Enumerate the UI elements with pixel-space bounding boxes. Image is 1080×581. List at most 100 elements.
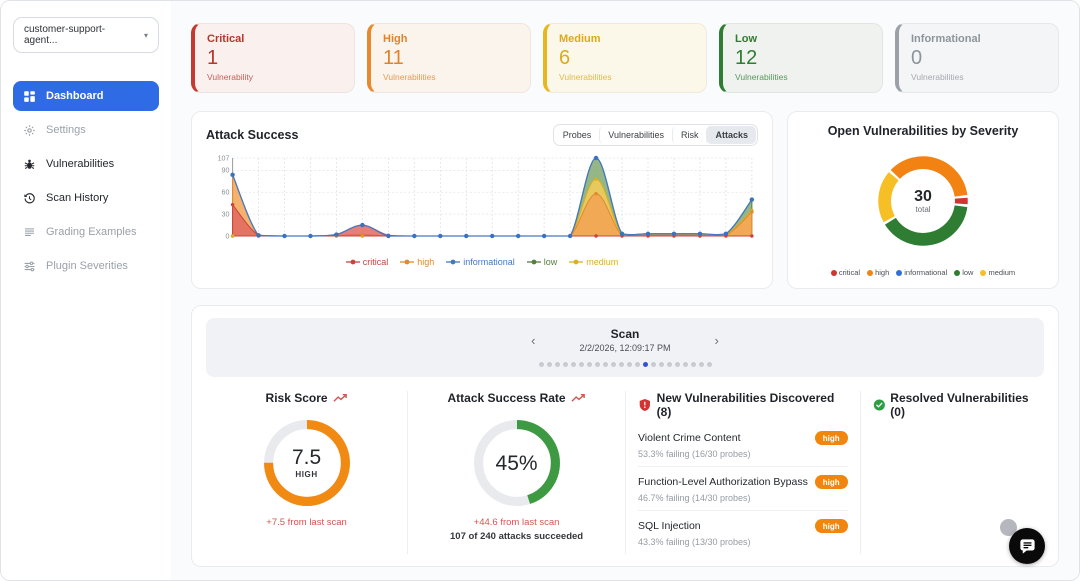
vulnerability-row-function-level-authorization-bypass[interactable]: Function-Level Authorization Bypasshigh4… [638, 467, 848, 511]
donut-legend-item-high[interactable]: high [867, 268, 889, 277]
tab-attacks[interactable]: Attacks [706, 126, 756, 144]
legend-item-informational[interactable]: informational [446, 257, 515, 267]
scan-dot-1[interactable] [547, 362, 552, 367]
scan-dot-13[interactable] [643, 362, 648, 367]
bug-icon [23, 158, 36, 171]
risk-score-gauge: 7.5 HIGH [259, 415, 355, 511]
legend-marker-icon [400, 258, 414, 266]
sidebar-item-dashboard[interactable]: Dashboard [13, 81, 159, 111]
agent-selector[interactable]: customer-support-agent... ▾ [13, 17, 159, 53]
severity-card-title: Medium [559, 33, 694, 45]
severity-card-count: 0 [911, 48, 1046, 68]
svg-text:0: 0 [226, 233, 230, 240]
history-clock-icon [23, 192, 36, 205]
scan-dot-21[interactable] [707, 362, 712, 367]
risk-score-value: 7.5 [292, 447, 321, 468]
legend-item-low[interactable]: low [527, 257, 558, 267]
new-vulnerabilities-title: New Vulnerabilities Discovered (8) [657, 391, 848, 419]
sidebar-item-vulnerabilities[interactable]: Vulnerabilities [13, 149, 159, 179]
sidebar-item-scan-history[interactable]: Scan History [13, 183, 159, 213]
severity-card-title: Informational [911, 33, 1046, 45]
chat-bubble-icon [1018, 537, 1037, 556]
scan-timestamp: 2/2/2026, 12:09:17 PM [579, 343, 670, 353]
legend-item-medium[interactable]: medium [569, 257, 618, 267]
donut-legend-item-low[interactable]: low [954, 268, 973, 277]
attack-rate-gauge-center: 45% [469, 415, 565, 511]
severity-card-critical[interactable]: Critical1Vulnerability [191, 23, 355, 93]
svg-text:60: 60 [222, 190, 230, 197]
donut-legend-item-critical[interactable]: critical [831, 268, 860, 277]
scan-dot-14[interactable] [651, 362, 656, 367]
severity-card-low[interactable]: Low12Vulnerabilities [719, 23, 883, 93]
scan-dot-7[interactable] [595, 362, 600, 367]
scan-dot-19[interactable] [691, 362, 696, 367]
scan-label: Scan [579, 327, 670, 341]
sidebar-item-settings[interactable]: Settings [13, 115, 159, 145]
donut-legend-item-medium[interactable]: medium [980, 268, 1015, 277]
scan-dot-5[interactable] [579, 362, 584, 367]
chat-widget [1009, 528, 1045, 564]
risk-score-delta: +7.5 from last scan [218, 517, 395, 528]
shield-alert-icon [638, 398, 652, 412]
vulnerability-row-top: SQL Injection high [638, 519, 848, 533]
sidebar-item-label: Vulnerabilities [46, 158, 114, 170]
attack-rate-note: 107 of 240 attacks succeeded [420, 531, 613, 542]
vulnerability-row-top: Violent Crime Contenthigh [638, 431, 848, 445]
scan-dot-20[interactable] [699, 362, 704, 367]
sidebar-item-grading-examples[interactable]: Grading Examples [13, 217, 159, 247]
legend-marker-icon [446, 258, 460, 266]
scan-dot-15[interactable] [659, 362, 664, 367]
legend-item-high[interactable]: high [400, 257, 434, 267]
scan-dot-3[interactable] [563, 362, 568, 367]
scan-dot-0[interactable] [539, 362, 544, 367]
scan-dot-9[interactable] [611, 362, 616, 367]
risk-score-title: Risk Score [266, 391, 328, 405]
scan-dot-12[interactable] [635, 362, 640, 367]
severity-card-count: 12 [735, 48, 870, 68]
scan-dot-11[interactable] [627, 362, 632, 367]
agent-selector-value: customer-support-agent... [24, 24, 138, 46]
attack-rate-gauge: 45% [469, 415, 565, 511]
severity-card-informational[interactable]: Informational0Vulnerabilities [895, 23, 1059, 93]
tab-vulnerabilities[interactable]: Vulnerabilities [599, 126, 672, 144]
severity-badge: high [815, 519, 848, 533]
scan-dot-8[interactable] [603, 362, 608, 367]
severity-card-label: Vulnerabilities [735, 72, 870, 82]
scan-dot-10[interactable] [619, 362, 624, 367]
donut-center: 30 total [864, 142, 982, 260]
panels-row: Attack Success ProbesVulnerabilitiesRisk… [191, 111, 1059, 289]
app-window: customer-support-agent... ▾ Dashboard Set… [0, 0, 1080, 581]
severity-badge: high [815, 475, 848, 489]
severity-card-high[interactable]: High11Vulnerabilities [367, 23, 531, 93]
legend-item-critical[interactable]: critical [346, 257, 389, 267]
severity-card-medium[interactable]: Medium6Vulnerabilities [543, 23, 707, 93]
vulnerability-row-violent-crime-content[interactable]: Violent Crime Contenthigh53.3% failing (… [638, 423, 848, 467]
scan-dot-2[interactable] [555, 362, 560, 367]
risk-score-level: HIGH [295, 471, 317, 479]
risk-score-header: Risk Score [218, 391, 395, 405]
vulnerability-name: SQL Injection [638, 520, 701, 532]
risk-score-gauge-center: 7.5 HIGH [259, 415, 355, 511]
legend-label: low [962, 268, 973, 277]
scan-carousel: ‹ Scan 2/2/2026, 12:09:17 PM › [206, 318, 1044, 377]
open-vulnerabilities-title: Open Vulnerabilities by Severity [798, 124, 1048, 138]
dashboard-grid-icon [23, 90, 36, 103]
prev-scan-button[interactable]: ‹ [525, 332, 541, 349]
chat-button[interactable] [1009, 528, 1045, 564]
scan-dot-4[interactable] [571, 362, 576, 367]
tab-risk[interactable]: Risk [672, 126, 707, 144]
scan-dot-16[interactable] [667, 362, 672, 367]
next-scan-button[interactable]: › [709, 332, 725, 349]
scan-dot-17[interactable] [675, 362, 680, 367]
scan-carousel-center: Scan 2/2/2026, 12:09:17 PM [579, 327, 670, 353]
attack-panel-title: Attack Success [206, 128, 298, 142]
donut-total: 30 [914, 189, 932, 205]
donut-legend-item-informational[interactable]: informational [896, 268, 947, 277]
legend-marker-icon [346, 258, 360, 266]
attack-success-panel: Attack Success ProbesVulnerabilitiesRisk… [191, 111, 773, 289]
sidebar-item-plugin-severities[interactable]: Plugin Severities [13, 251, 159, 281]
tab-probes[interactable]: Probes [555, 126, 600, 144]
vulnerability-row-sql-injection[interactable]: SQL Injectionhigh43.3% failing (13/30 pr… [638, 511, 848, 554]
scan-dot-6[interactable] [587, 362, 592, 367]
scan-dot-18[interactable] [683, 362, 688, 367]
